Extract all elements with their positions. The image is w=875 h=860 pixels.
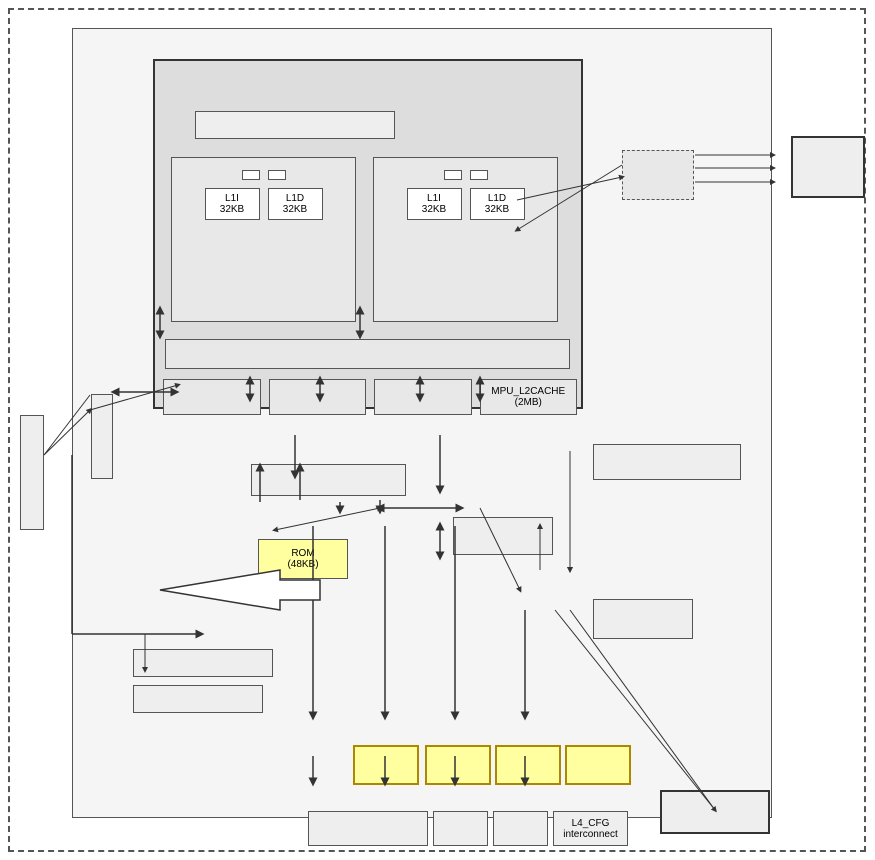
neon-core-c0 xyxy=(242,170,260,180)
irq-crossbar-box xyxy=(20,415,44,530)
mpu-cluster: L1I32KB L1D32KB L1I32KB L1D32KB MP xyxy=(153,59,583,409)
l3-interconnect-box xyxy=(308,811,428,846)
l1i-c0: L1I32KB xyxy=(205,188,260,220)
mpu-c0-box: L1I32KB L1D32KB xyxy=(171,157,356,322)
mpu-l2cache-ctrl xyxy=(165,339,570,369)
mpu-cluster-label xyxy=(155,61,581,79)
mpu-c1-box: L1I32KB L1D32KB xyxy=(373,157,558,322)
l1i-c1: L1I32KB xyxy=(407,188,462,220)
l4-cfg-interconnect-box: L4_CFGinterconnect xyxy=(553,811,628,846)
vfpv4-core-c1 xyxy=(470,170,488,180)
mpu-l2cache-2mb-box: MPU_L2CACHE(2MB) xyxy=(480,379,578,415)
vfpv4-core-c0 xyxy=(268,170,286,180)
mpu-intc-box xyxy=(163,379,261,415)
bridge-box-1 xyxy=(353,745,419,785)
emif2-box xyxy=(493,811,548,846)
rom-box: ROM(48KB) xyxy=(258,539,348,579)
mpu-wd-timer-box xyxy=(133,685,263,713)
mpu-wugen-box xyxy=(91,394,113,479)
l1d-c0: L1D32KB xyxy=(268,188,323,220)
multicore-trace-box xyxy=(195,111,395,139)
bridge-box-4 xyxy=(565,745,631,785)
debug-logic-box xyxy=(622,150,694,200)
counter-realtime-box xyxy=(251,464,406,496)
timer0-box xyxy=(269,379,367,415)
mpu-c0-label xyxy=(172,158,355,162)
mpu-c1-label xyxy=(374,158,557,162)
mpu-ma-box xyxy=(453,517,553,555)
l1d-c1: L1D32KB xyxy=(470,188,525,220)
bridge-box-3 xyxy=(495,745,561,785)
neon-core-c1 xyxy=(444,170,462,180)
mpu-subsystem: L1I32KB L1D32KB L1I32KB L1D32KB MP xyxy=(72,28,772,818)
global-prcm-box xyxy=(660,790,770,834)
debug-subsystem-box xyxy=(791,136,865,198)
cluster-bottom-row: MPU_L2CACHE(2MB) xyxy=(155,379,585,415)
timer1-box xyxy=(374,379,472,415)
standby-controller-box xyxy=(593,444,741,480)
bridge-box-2 xyxy=(425,745,491,785)
mpu-axicocp-box xyxy=(133,649,273,677)
mpu-prcm-box xyxy=(593,599,693,639)
emif1-box xyxy=(433,811,488,846)
